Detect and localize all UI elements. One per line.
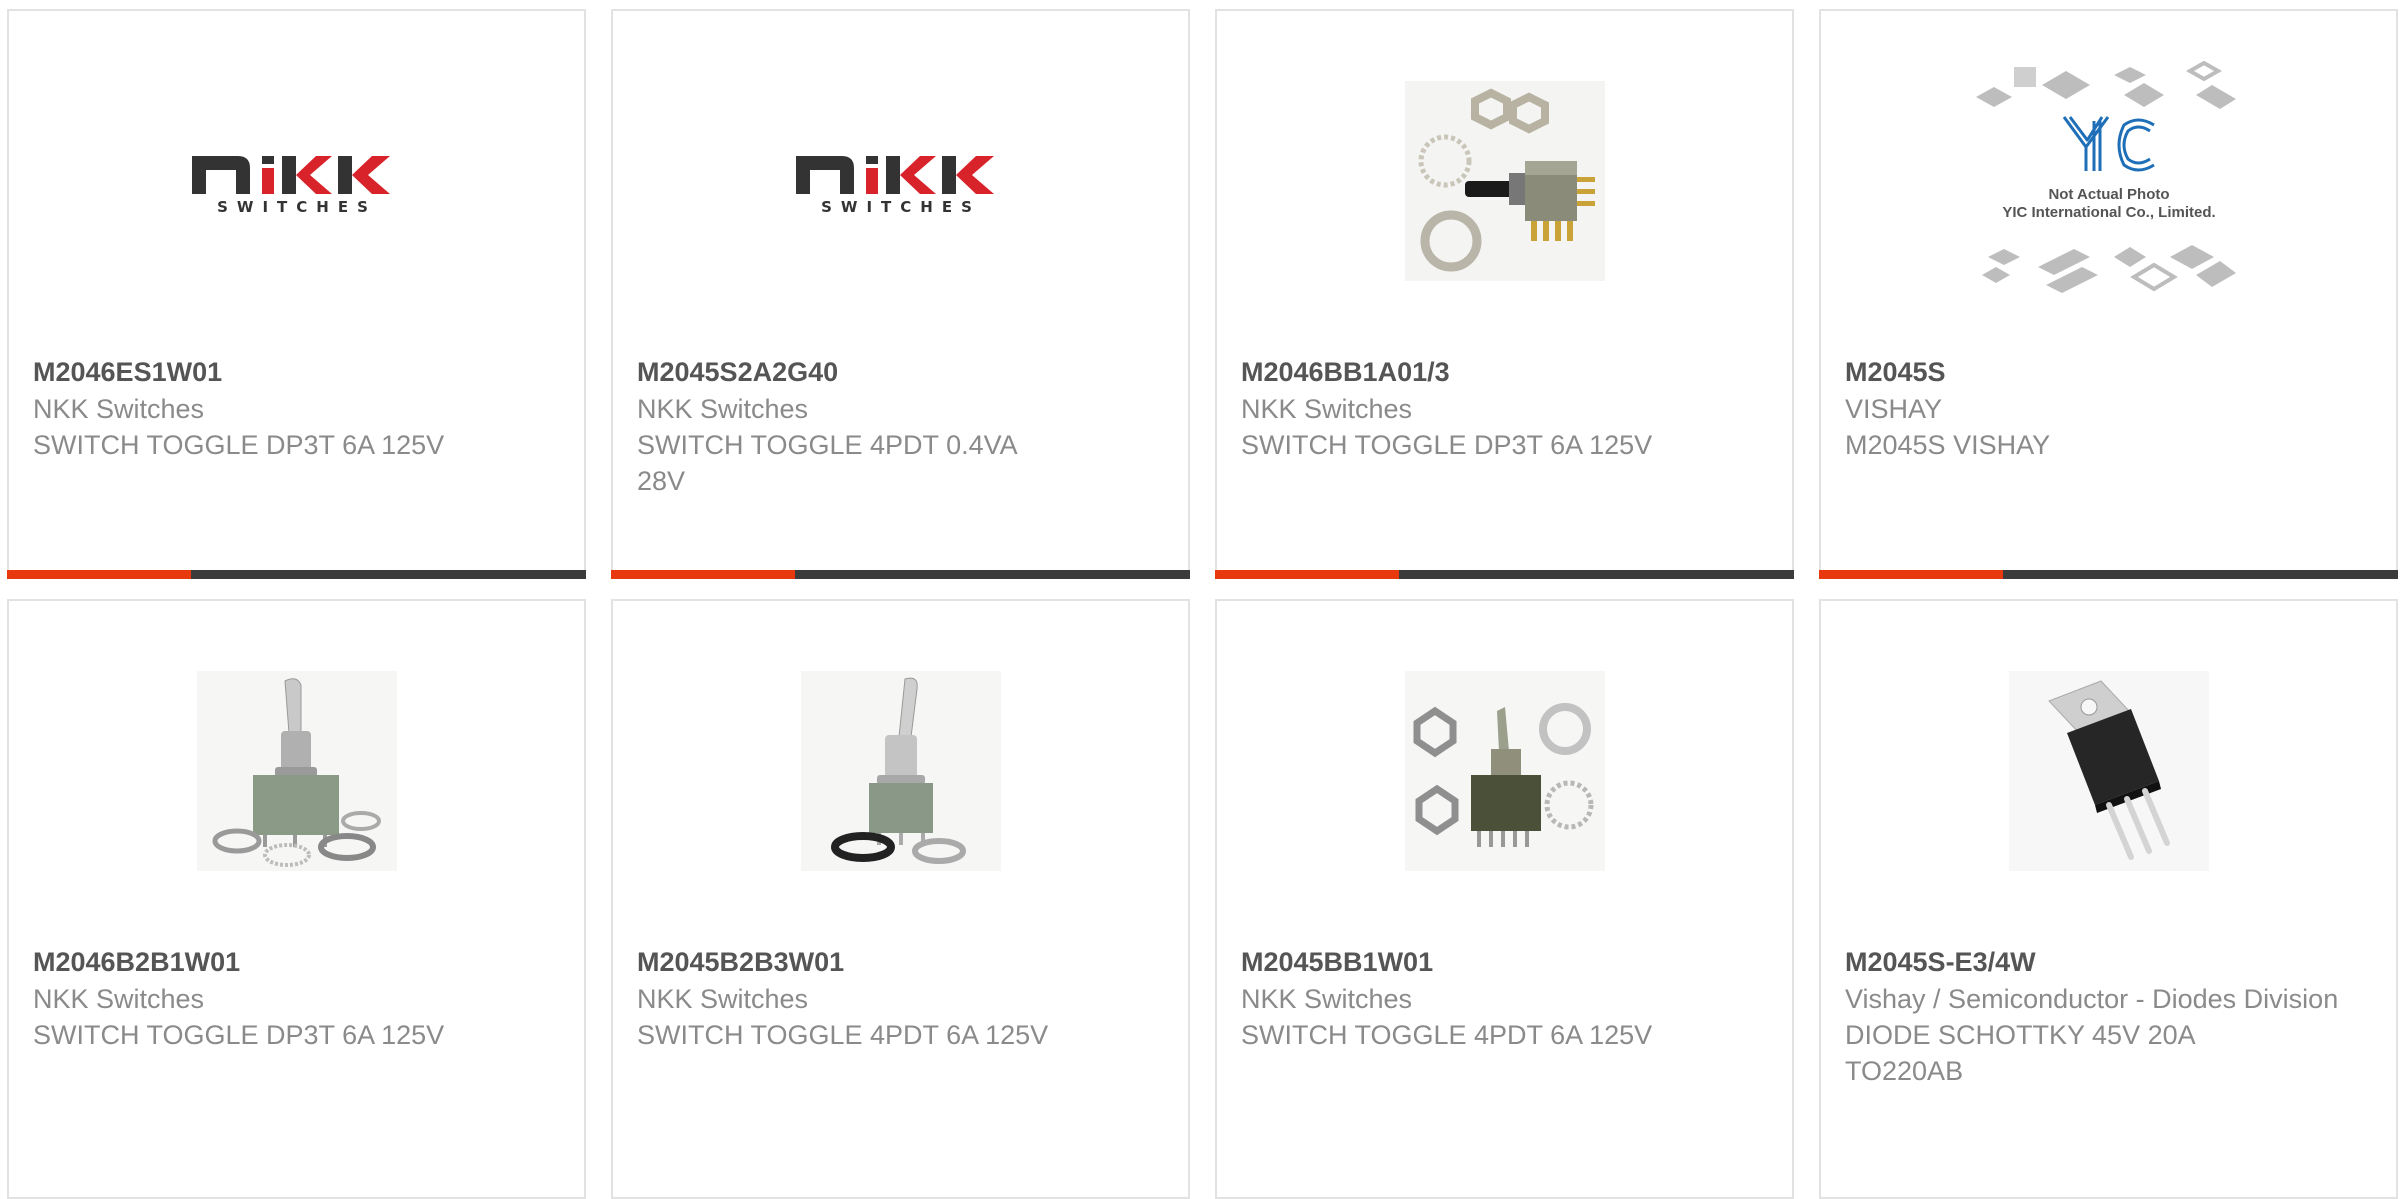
product-info: M2046B2B1W01 NKK Switches SWITCH TOGGLE …: [33, 943, 560, 1053]
part-number[interactable]: M2045S2A2G40: [637, 353, 1164, 391]
toggle-switch-icon: [1404, 671, 1605, 871]
part-number[interactable]: M2046B2B1W01: [33, 943, 560, 981]
svg-text:SWITCHES: SWITCHES: [217, 198, 377, 216]
card-bottom-accent: [7, 570, 191, 579]
manufacturer: VISHAY: [1845, 394, 1943, 424]
description: SWITCH TOGGLE DP3T 6A 125V: [1241, 430, 1653, 460]
product-image[interactable]: [613, 661, 1188, 881]
part-number[interactable]: M2045BB1W01: [1241, 943, 1768, 981]
product-info: M2046BB1A01/3 NKK Switches SWITCH TOGGLE…: [1241, 353, 1768, 463]
card-bottom-bar: [1819, 570, 2398, 579]
description: SWITCH TOGGLE 4PDT 0.4VA 28V: [637, 430, 1017, 496]
product-image[interactable]: [1821, 661, 2396, 881]
product-grid: SWITCHES M2046ES1W01 NKK Switches SWITCH…: [7, 9, 2400, 1199]
product-image[interactable]: Not Actual Photo YIC International Co., …: [1821, 61, 2396, 293]
product-card[interactable]: M2046B2B1W01 NKK Switches SWITCH TOGGLE …: [7, 599, 586, 1199]
product-card[interactable]: M2046BB1A01/3 NKK Switches SWITCH TOGGLE…: [1215, 9, 1794, 579]
card-bottom-accent: [1819, 570, 2003, 579]
description: SWITCH TOGGLE DP3T 6A 125V: [33, 1020, 445, 1050]
manufacturer: NKK Switches: [1241, 984, 1413, 1014]
part-number[interactable]: M2045S: [1845, 353, 2372, 391]
description: SWITCH TOGGLE 4PDT 6A 125V: [1241, 1020, 1653, 1050]
product-image[interactable]: SWITCHES: [9, 71, 584, 291]
card-bottom-bar: [7, 570, 586, 579]
manufacturer: NKK Switches: [33, 984, 205, 1014]
svg-text:SWITCHES: SWITCHES: [821, 198, 981, 216]
svg-text:YIC International Co., Limited: YIC International Co., Limited.: [2002, 204, 2215, 221]
description: M2045S VISHAY: [1845, 430, 2051, 460]
product-info: M2046ES1W01 NKK Switches SWITCH TOGGLE D…: [33, 353, 560, 463]
card-bottom-bar: [611, 570, 1190, 579]
product-image[interactable]: [1217, 661, 1792, 881]
description: DIODE SCHOTTKY 45V 20A TO220AB: [1845, 1020, 2195, 1086]
yic-placeholder-icon: Not Actual Photo YIC International Co., …: [1975, 61, 2236, 293]
to220-diode-icon: [2008, 671, 2209, 871]
nkk-logo-icon: SWITCHES: [191, 156, 390, 216]
product-card[interactable]: M2045S-E3/4W Vishay / Semiconductor - Di…: [1819, 599, 2398, 1199]
part-number[interactable]: M2046ES1W01: [33, 353, 560, 391]
product-card[interactable]: SWITCHES M2046ES1W01 NKK Switches SWITCH…: [7, 9, 586, 579]
manufacturer: NKK Switches: [637, 394, 809, 424]
manufacturer: NKK Switches: [1241, 394, 1413, 424]
product-image[interactable]: SWITCHES: [613, 71, 1188, 291]
toggle-switch-icon: [1404, 81, 1605, 281]
part-number[interactable]: M2045S-E3/4W: [1845, 943, 2372, 981]
manufacturer: NKK Switches: [33, 394, 205, 424]
product-info: M2045BB1W01 NKK Switches SWITCH TOGGLE 4…: [1241, 943, 1768, 1053]
card-bottom-accent: [1215, 570, 1399, 579]
product-card[interactable]: Not Actual Photo YIC International Co., …: [1819, 9, 2398, 579]
part-number[interactable]: M2045B2B3W01: [637, 943, 1164, 981]
product-info: M2045S2A2G40 NKK Switches SWITCH TOGGLE …: [637, 353, 1164, 499]
svg-text:Not Actual Photo: Not Actual Photo: [2048, 186, 2169, 203]
product-card[interactable]: M2045BB1W01 NKK Switches SWITCH TOGGLE 4…: [1215, 599, 1794, 1199]
card-bottom-accent: [611, 570, 795, 579]
product-card[interactable]: M2045B2B3W01 NKK Switches SWITCH TOGGLE …: [611, 599, 1190, 1199]
product-info: M2045B2B3W01 NKK Switches SWITCH TOGGLE …: [637, 943, 1164, 1053]
description: SWITCH TOGGLE DP3T 6A 125V: [33, 430, 445, 460]
toggle-switch-icon: [196, 671, 397, 871]
manufacturer: Vishay / Semiconductor - Diodes Division: [1845, 984, 2339, 1014]
card-bottom-bar: [1215, 570, 1794, 579]
manufacturer: NKK Switches: [637, 984, 809, 1014]
nkk-logo-icon: SWITCHES: [795, 156, 994, 216]
toggle-switch-icon: [800, 671, 1001, 871]
product-image[interactable]: [9, 661, 584, 881]
product-image[interactable]: [1217, 71, 1792, 291]
product-info: M2045S-E3/4W Vishay / Semiconductor - Di…: [1845, 943, 2372, 1089]
product-card[interactable]: SWITCHES M2045S2A2G40 NKK Switches SWITC…: [611, 9, 1190, 579]
product-info: M2045S VISHAY M2045S VISHAY: [1845, 353, 2372, 463]
description: SWITCH TOGGLE 4PDT 6A 125V: [637, 1020, 1049, 1050]
part-number[interactable]: M2046BB1A01/3: [1241, 353, 1768, 391]
